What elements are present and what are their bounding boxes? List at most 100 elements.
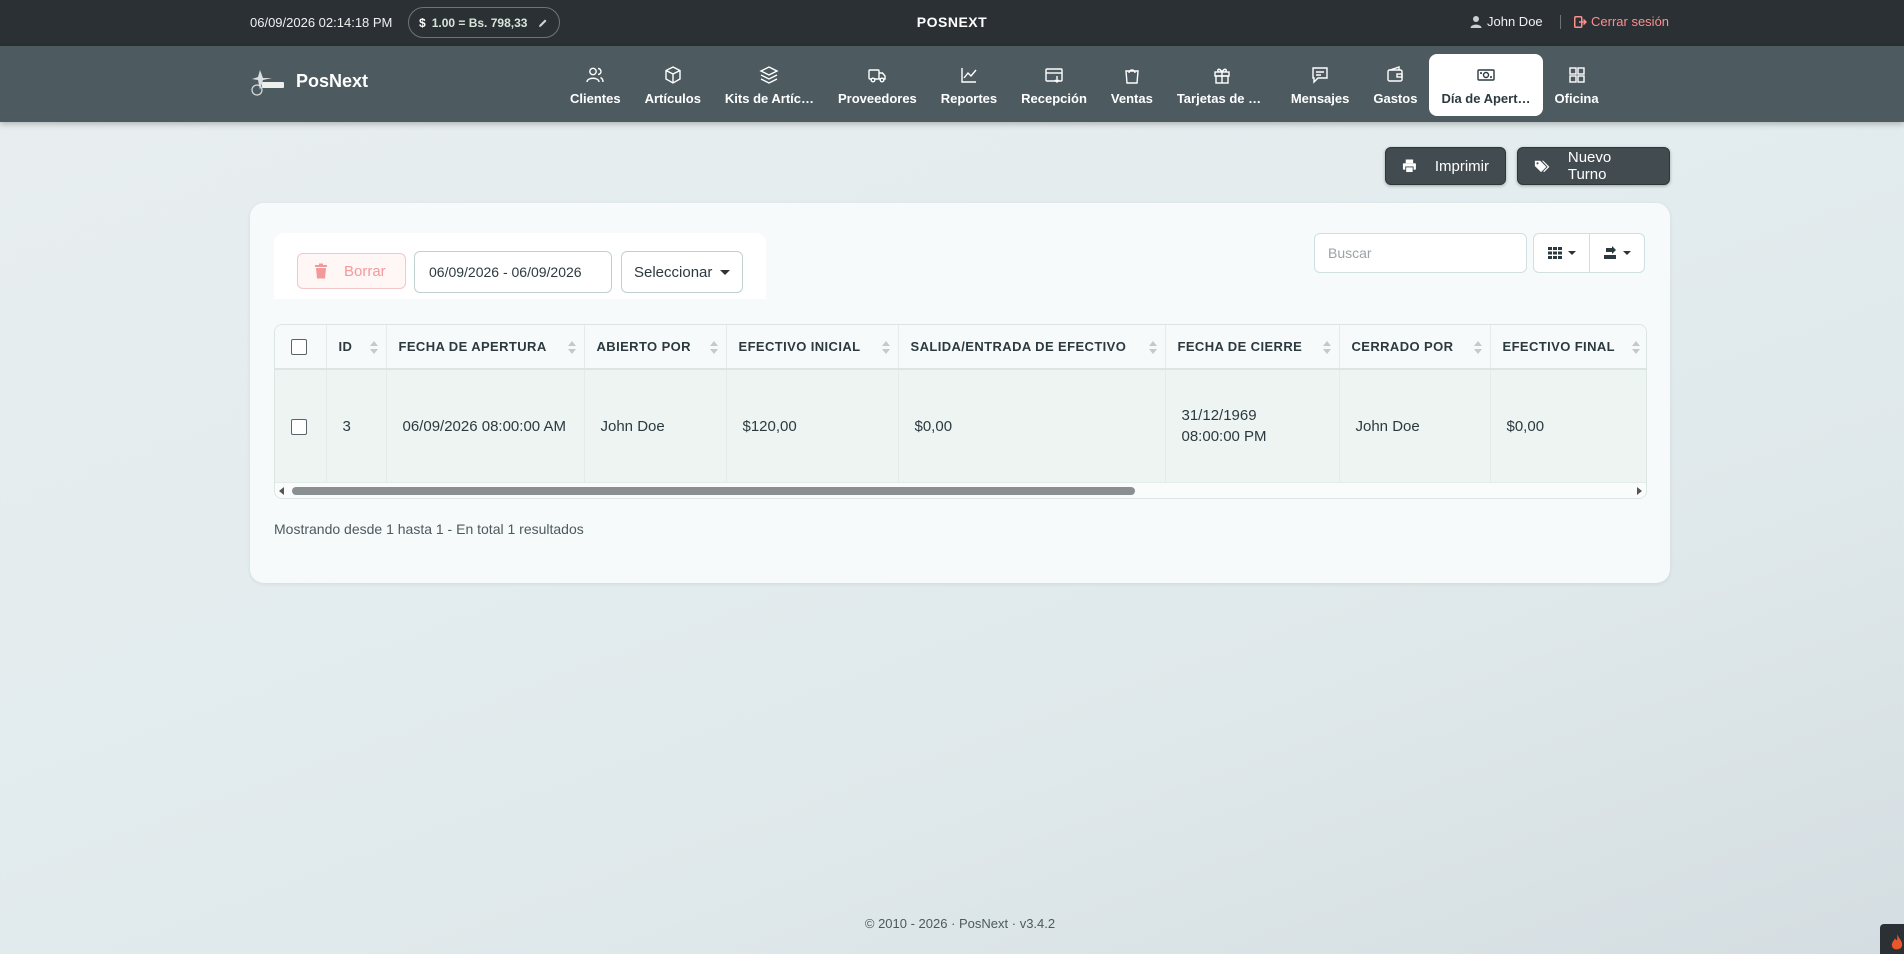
logo-icon	[251, 70, 284, 96]
user-icon	[1470, 16, 1482, 28]
column-header-abierto-por[interactable]: ABIERTO POR	[584, 325, 727, 369]
nav-item-ventas[interactable]: Ventas	[1099, 54, 1165, 116]
user-menu[interactable]: John Doe	[1470, 14, 1543, 29]
column-header-efectivo-inicial[interactable]: EFECTIVO INICIAL	[726, 325, 899, 369]
nav-item-proveedores[interactable]: Proveedores	[826, 54, 929, 116]
scroll-right-icon[interactable]	[1637, 487, 1642, 495]
nav-label: Artículos	[644, 90, 701, 106]
column-header-fecha-apertura[interactable]: FECHA DE APERTURA	[386, 325, 585, 369]
nav-item-kits[interactable]: Kits de Artíc…	[713, 54, 826, 116]
sort-icon	[1148, 341, 1157, 355]
nav-item-gastos[interactable]: Gastos	[1361, 54, 1429, 116]
sort-icon	[709, 341, 718, 355]
horizontal-scrollbar[interactable]	[275, 482, 1646, 498]
wallet-icon	[1387, 65, 1404, 82]
table-tools-group	[1533, 233, 1645, 273]
column-label: FECHA DE CIERRE	[1177, 339, 1303, 354]
grid-view-icon	[1547, 247, 1562, 259]
sort-icon	[1473, 341, 1482, 355]
nav-label: Reportes	[940, 90, 998, 106]
select-all-checkbox[interactable]	[291, 338, 307, 355]
nav-item-recepcion[interactable]: Recepción	[1009, 54, 1099, 116]
logout-icon	[1574, 15, 1587, 28]
nav-item-mensajes[interactable]: Mensajes	[1279, 54, 1362, 116]
grid-icon	[1568, 66, 1585, 83]
exchange-rate-value: 1.00 = Bs. 798,33	[431, 15, 528, 30]
cell-efectivo-final: $0,00	[1490, 369, 1646, 482]
flame-icon	[1891, 934, 1903, 950]
nav-label: Clientes	[570, 90, 621, 106]
exchange-rate-pill[interactable]: $ 1.00 = Bs. 798,33	[408, 7, 561, 38]
app-name: PosNext	[296, 70, 369, 91]
corner-widget[interactable]	[1880, 924, 1904, 954]
chevron-down-icon	[720, 269, 730, 275]
current-datetime: 06/09/2026 02:14:18 PM	[250, 15, 393, 30]
nav-item-oficina[interactable]: Oficina	[1543, 54, 1611, 116]
inbox-download-icon	[1045, 67, 1063, 83]
users-icon	[586, 67, 604, 82]
nav-item-tarjetas[interactable]: Tarjetas de R…	[1165, 54, 1279, 116]
nav-label: Ventas	[1110, 90, 1153, 106]
column-header-efectivo-final[interactable]: EFECTIVO FINAL	[1490, 325, 1646, 369]
shopping-bag-icon	[1125, 68, 1139, 84]
column-label: ID	[338, 339, 353, 354]
logout-link[interactable]: Cerrar sesión	[1574, 14, 1669, 29]
chevron-down-icon	[1623, 251, 1631, 255]
sort-icon	[881, 341, 890, 355]
trash-icon	[315, 263, 327, 279]
message-icon	[1312, 66, 1328, 84]
sort-icon	[369, 341, 378, 355]
app-logo[interactable]: PosNext	[250, 66, 368, 96]
column-header-fecha-cierre[interactable]: FECHA DE CIERRE	[1165, 325, 1340, 369]
column-header-id[interactable]: ID	[326, 325, 387, 369]
pagination-summary: Mostrando desde 1 hasta 1 - En total 1 r…	[274, 521, 584, 537]
nav-label: Proveedores	[838, 90, 917, 106]
nav-label: Recepción	[1021, 90, 1087, 106]
print-button[interactable]: Imprimir	[1385, 147, 1506, 185]
nav-item-reportes[interactable]: Reportes	[929, 54, 1009, 116]
column-label: FECHA DE APERTURA	[398, 339, 547, 354]
layers-icon	[759, 65, 780, 84]
column-header-salida-entrada[interactable]: SALIDA/ENTRADA DE EFECTIVO	[898, 325, 1166, 369]
select-label: Seleccionar	[634, 263, 713, 281]
nav-label: Tarjetas de R…	[1176, 90, 1267, 106]
scrollbar-thumb[interactable]	[292, 487, 1135, 495]
cell-id: 3	[326, 369, 387, 482]
nav-item-clientes[interactable]: Clientes	[558, 54, 633, 116]
top-bar: 06/09/2026 02:14:18 PM $ 1.00 = Bs. 798,…	[0, 0, 1904, 46]
export-button[interactable]	[1589, 234, 1644, 272]
main-navbar: PosNext Clientes Artículos Kits de Artíc…	[0, 46, 1904, 122]
nav-item-articulos[interactable]: Artículos	[633, 54, 713, 116]
topbar-divider	[1560, 15, 1561, 29]
nav-menu: Clientes Artículos Kits de Artíc… Provee…	[558, 54, 1611, 116]
sort-icon	[567, 341, 576, 355]
cell-cerrado-por: John Doe	[1339, 369, 1491, 482]
row-checkbox[interactable]	[291, 418, 307, 435]
column-label: EFECTIVO FINAL	[1502, 339, 1615, 354]
cash-register-icon	[1477, 68, 1495, 81]
date-range-input[interactable]: 06/09/2026 - 06/09/2026	[414, 251, 612, 293]
footer-text: © 2010 - 2026 · PosNext · v3.4.2	[864, 916, 1056, 931]
new-shift-button[interactable]: Nuevo Turno	[1517, 147, 1670, 185]
nav-label: Kits de Artíc…	[724, 90, 815, 106]
cell-abierto-por: John Doe	[584, 369, 727, 482]
columns-toggle-button[interactable]	[1534, 234, 1589, 272]
main-card: Borrar 06/09/2026 - 06/09/2026 Seleccion…	[250, 203, 1670, 583]
scroll-left-icon[interactable]	[279, 487, 284, 495]
shifts-table: ID FECHA DE APERTURA ABIERTO POR EFECTIV…	[274, 324, 1647, 499]
delete-button[interactable]: Borrar	[297, 253, 406, 289]
table-row[interactable]: 3 06/09/2026 08:00:00 AM John Doe $120,0…	[275, 369, 1646, 482]
table-header-row: ID FECHA DE APERTURA ABIERTO POR EFECTIV…	[275, 325, 1646, 369]
print-label: Imprimir	[1434, 157, 1489, 175]
search-input[interactable]	[1314, 233, 1527, 273]
gift-icon	[1214, 68, 1230, 84]
pencil-icon[interactable]	[537, 17, 549, 29]
printer-icon	[1402, 159, 1416, 173]
filter-select[interactable]: Seleccionar	[621, 251, 743, 293]
nav-item-dia-apertura[interactable]: Día de Apert…	[1429, 54, 1543, 116]
column-label: CERRADO POR	[1351, 339, 1454, 354]
cell-fecha-cierre: 31/12/1969 08:00:00 PM	[1165, 369, 1340, 482]
nav-label: Día de Apert…	[1441, 90, 1531, 106]
column-header-cerrado-por[interactable]: CERRADO POR	[1339, 325, 1491, 369]
nav-label: Mensajes	[1290, 90, 1350, 106]
